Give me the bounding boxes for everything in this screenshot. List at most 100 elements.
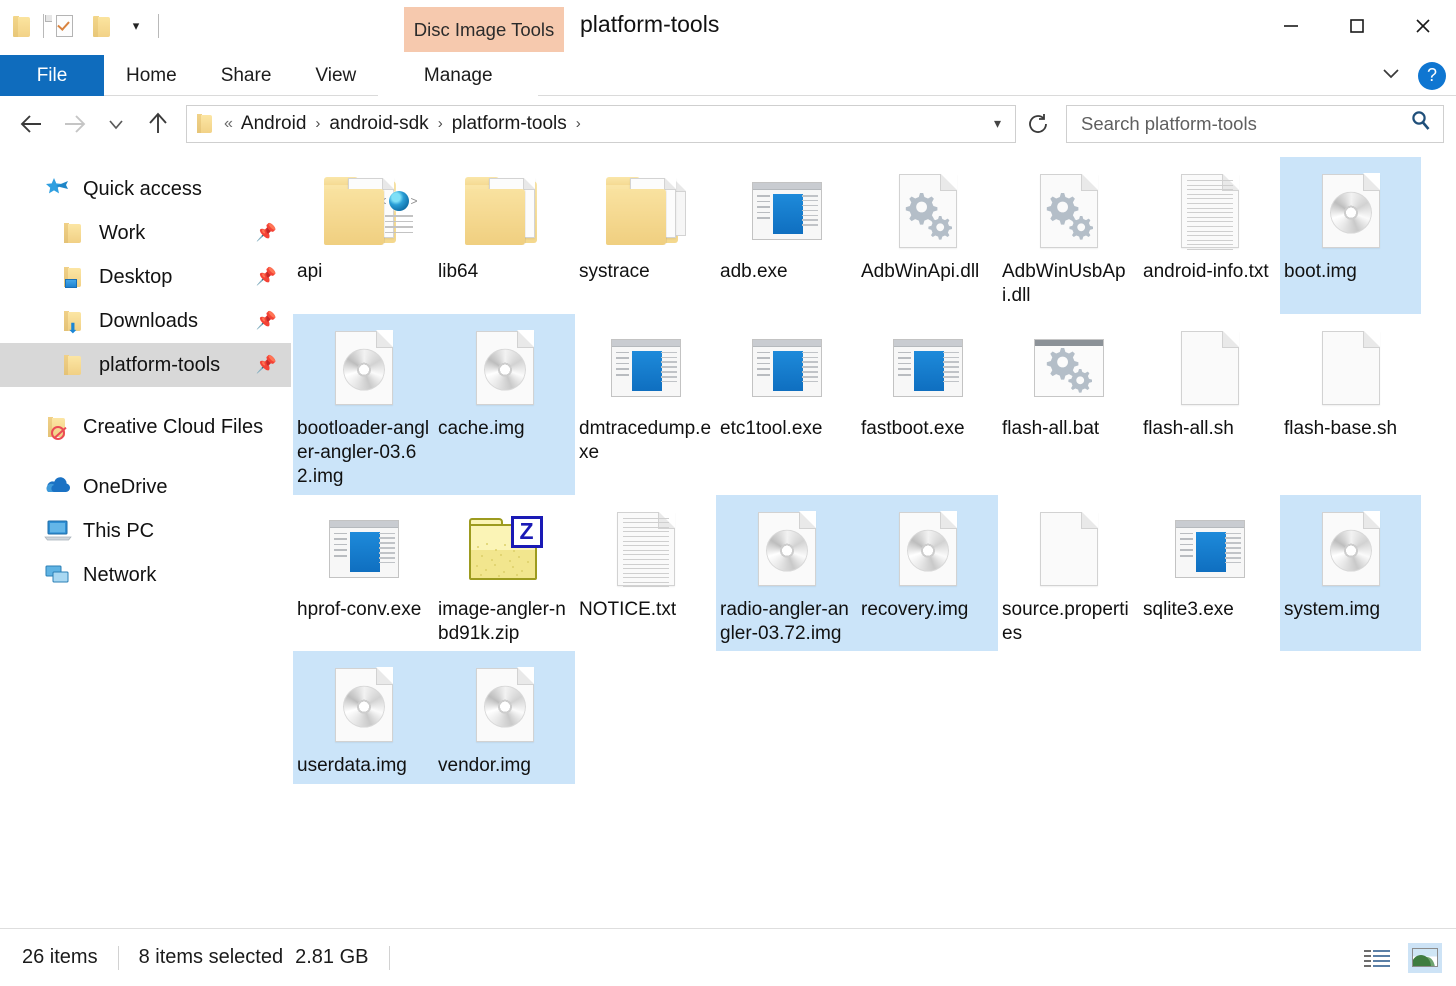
file-item[interactable]: cache.img <box>434 314 575 495</box>
sidebar-item-desktop[interactable]: Desktop 📌 <box>0 255 291 299</box>
status-separator <box>118 946 119 970</box>
file-item[interactable]: flash-base.sh <box>1280 314 1421 495</box>
file-item[interactable]: recovery.img <box>857 495 998 652</box>
file-item[interactable]: lib64 <box>434 157 575 314</box>
file-item[interactable]: system.img <box>1280 495 1421 652</box>
chevron-right-icon[interactable]: › <box>431 115 450 132</box>
sidebar-item-work[interactable]: Work 📌 <box>0 211 291 255</box>
chevron-down-icon[interactable]: ▾ <box>123 13 149 39</box>
file-item[interactable]: etc1tool.exe <box>716 314 857 495</box>
tab-home[interactable]: Home <box>104 55 199 96</box>
tab-file[interactable]: File <box>0 55 104 96</box>
file-item[interactable]: systrace <box>575 157 716 314</box>
file-item[interactable]: fastboot.exe <box>857 314 998 495</box>
search-icon[interactable] <box>1409 109 1433 138</box>
dll-gear-icon <box>1021 163 1117 259</box>
navigation-pane[interactable]: Quick access Work 📌 Desktop 📌 ⬇ Download… <box>0 151 291 983</box>
file-item[interactable]: api <box>293 157 434 314</box>
sidebar-item-downloads[interactable]: ⬇ Downloads 📌 <box>0 299 291 343</box>
address-bar[interactable]: « Android › android-sdk › platform-tools… <box>0 96 1456 151</box>
pin-icon[interactable]: 📌 <box>256 267 277 287</box>
folder-icon[interactable] <box>8 13 34 39</box>
close-button[interactable] <box>1390 0 1456 52</box>
chevron-right-icon[interactable]: › <box>308 115 327 132</box>
window-controls[interactable] <box>1258 0 1456 52</box>
breadcrumb-item-android[interactable]: Android <box>239 113 309 135</box>
up-button[interactable] <box>138 104 178 144</box>
details-view-button[interactable] <box>1360 943 1394 973</box>
file-item[interactable]: NOTICE.txt <box>575 495 716 652</box>
breadcrumb-overflow[interactable]: « <box>222 115 239 133</box>
file-item[interactable]: dmtracedump.exe <box>575 314 716 495</box>
file-item[interactable]: userdata.img <box>293 651 434 783</box>
properties-icon[interactable] <box>53 13 79 39</box>
text-file-icon <box>598 501 694 597</box>
pin-icon[interactable]: 📌 <box>256 355 277 375</box>
sidebar-item-creative-cloud-files[interactable]: Creative Cloud Files <box>0 405 291 449</box>
file-item[interactable]: AdbWinApi.dll <box>857 157 998 314</box>
contextual-tab-group-label: Disc Image Tools <box>404 7 564 52</box>
maximize-button[interactable] <box>1324 0 1390 52</box>
file-item[interactable]: source.properties <box>998 495 1139 652</box>
breadcrumb-item-android-sdk[interactable]: android-sdk <box>327 113 430 135</box>
breadcrumb[interactable]: « Android › android-sdk › platform-tools… <box>186 105 1016 143</box>
new-folder-icon[interactable] <box>88 13 114 39</box>
sidebar-item-onedrive[interactable]: OneDrive <box>0 465 291 509</box>
large-icons-view-button[interactable] <box>1408 943 1442 973</box>
file-item[interactable]: hprof-conv.exe <box>293 495 434 652</box>
file-item[interactable]: radio-angler-angler-03.72.img <box>716 495 857 652</box>
file-item[interactable]: vendor.img <box>434 651 575 783</box>
blank-file-icon <box>1303 320 1399 416</box>
file-item[interactable]: sqlite3.exe <box>1139 495 1280 652</box>
sidebar-item-label: OneDrive <box>83 476 277 499</box>
sidebar-item-label: Creative Cloud Files <box>83 416 277 439</box>
file-item[interactable]: bootloader-angler-angler-03.62.img <box>293 314 434 495</box>
minimize-button[interactable] <box>1258 0 1324 52</box>
file-item[interactable]: adb.exe <box>716 157 857 314</box>
text-file-icon <box>1162 163 1258 259</box>
bat-gear-icon <box>1021 320 1117 416</box>
recent-locations-button[interactable] <box>96 104 136 144</box>
quick-access-toolbar[interactable]: ▾ <box>8 8 159 44</box>
file-item[interactable]: flash-all.bat <box>998 314 1139 495</box>
file-item[interactable]: flash-all.sh <box>1139 314 1280 495</box>
sidebar-item-label: Downloads <box>99 310 256 333</box>
folder-icon <box>60 352 90 378</box>
chevron-right-icon[interactable]: › <box>569 115 588 132</box>
sidebar-item-quick-access[interactable]: Quick access <box>0 167 291 211</box>
refresh-button[interactable] <box>1018 105 1058 143</box>
address-dropdown-icon[interactable]: ▾ <box>986 115 1009 132</box>
breadcrumb-item-platform-tools[interactable]: platform-tools <box>450 113 569 135</box>
search-box[interactable] <box>1066 105 1444 143</box>
ribbon-tab-bar[interactable]: File Home Share View Manage ? <box>0 55 1456 96</box>
exe-icon <box>1162 501 1258 597</box>
pin-icon[interactable]: 📌 <box>256 223 277 243</box>
chevron-down-icon[interactable] <box>1378 60 1404 91</box>
disc-image-icon <box>316 320 412 416</box>
ribbon-right-controls[interactable]: ? <box>1378 55 1446 96</box>
file-list-pane[interactable]: api lib64 <box>291 151 1456 983</box>
file-grid[interactable]: api lib64 <box>291 157 1456 784</box>
file-item[interactable]: AdbWinUsbApi.dll <box>998 157 1139 314</box>
file-item[interactable]: Z image-angler-nbd91k.zip <box>434 495 575 652</box>
exe-icon <box>598 320 694 416</box>
search-input[interactable] <box>1079 112 1409 136</box>
file-item[interactable]: android-info.txt <box>1139 157 1280 314</box>
sidebar-item-network[interactable]: Network <box>0 553 291 597</box>
sidebar-item-label: platform-tools <box>99 354 256 377</box>
tab-view[interactable]: View <box>293 55 378 96</box>
sidebar-item-platform-tools[interactable]: platform-tools 📌 <box>0 343 291 387</box>
pin-icon[interactable]: 📌 <box>256 311 277 331</box>
help-button[interactable]: ? <box>1418 62 1446 90</box>
tab-manage[interactable]: Manage <box>378 55 538 96</box>
file-name: userdata.img <box>295 753 432 783</box>
disc-image-icon <box>880 501 976 597</box>
sidebar-item-this-pc[interactable]: This PC <box>0 509 291 553</box>
forward-button[interactable] <box>54 104 94 144</box>
ribbon-tabs[interactable]: File Home Share View Manage <box>0 55 1456 96</box>
back-button[interactable] <box>12 104 52 144</box>
view-buttons[interactable] <box>1360 943 1442 973</box>
file-item[interactable]: boot.img <box>1280 157 1421 314</box>
exe-icon <box>739 163 835 259</box>
tab-share[interactable]: Share <box>199 55 294 96</box>
